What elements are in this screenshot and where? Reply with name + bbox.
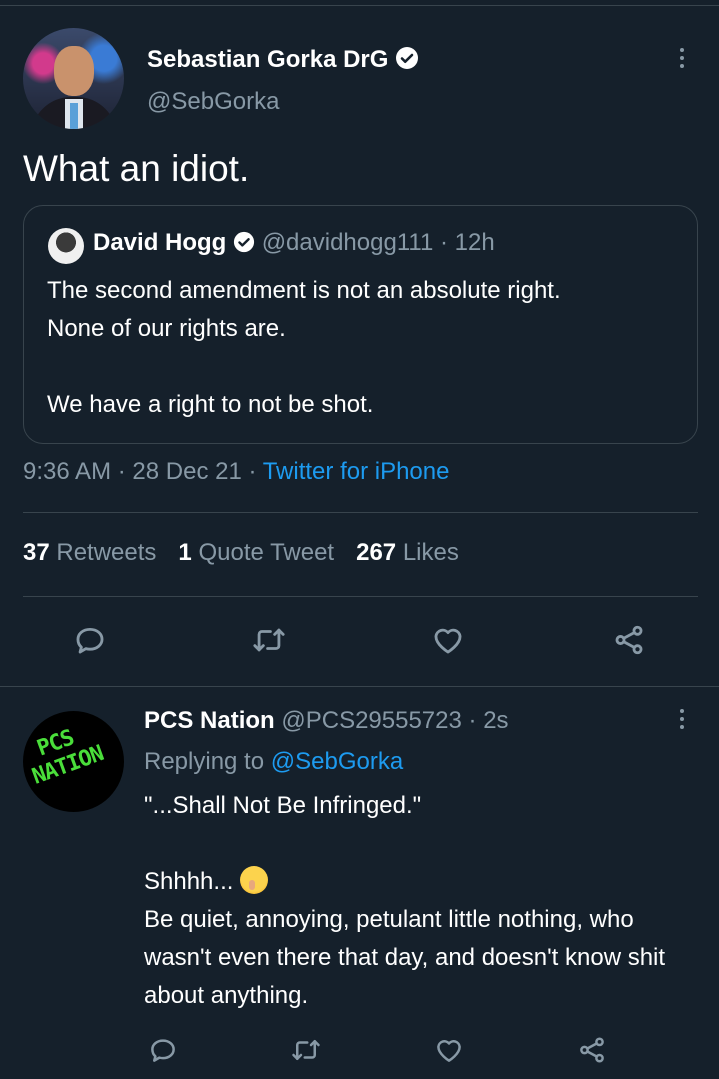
- reply-author-handle[interactable]: @PCS29555723: [281, 707, 462, 734]
- retweet-icon: [292, 1040, 320, 1060]
- tweet-source-link[interactable]: Twitter for iPhone: [263, 458, 450, 485]
- share-button[interactable]: [574, 1032, 610, 1068]
- separator-dot: ·: [439, 229, 448, 256]
- divider: [23, 512, 698, 513]
- reply-text-line: Shhhh...: [144, 868, 234, 895]
- tweet-timestamp: 9:36 AM · 28 Dec 21 · Twitter for iPhone: [23, 458, 449, 486]
- reply-icon: [151, 1039, 175, 1062]
- more-options-icon[interactable]: [678, 48, 686, 68]
- author-handle[interactable]: @SebGorka: [147, 88, 279, 116]
- retweet-button[interactable]: [249, 620, 289, 660]
- quotes-label: Quote Tweet: [198, 539, 335, 566]
- reply-button[interactable]: [145, 1032, 181, 1068]
- heart-icon: [437, 1040, 461, 1062]
- reply-text-line: Be quiet, annoying, petulant little noth…: [144, 906, 666, 1009]
- engagement-stats: 37 Retweets 1 Quote Tweet 267 Likes: [23, 539, 459, 567]
- avatar-face: [54, 46, 94, 96]
- retweet-button[interactable]: [288, 1032, 324, 1068]
- reply-button[interactable]: [70, 620, 110, 660]
- more-options-icon[interactable]: [678, 709, 686, 729]
- quotes-count: 1: [178, 539, 192, 566]
- tweet-date: 28 Dec 21: [132, 458, 242, 485]
- quoted-tweet-header: David Hogg @davidhogg111 · 12h: [93, 229, 495, 257]
- reply-time: 2s: [483, 707, 509, 734]
- like-button[interactable]: [428, 620, 468, 660]
- replying-prefix: Replying to: [144, 748, 265, 775]
- like-button[interactable]: [431, 1032, 467, 1068]
- quote-tweets-stat[interactable]: 1 Quote Tweet: [178, 539, 334, 566]
- reply-author-avatar[interactable]: PCS NATION: [23, 711, 124, 812]
- reply-text: "...Shall Not Be Infringed." Shhhh... Be…: [144, 787, 704, 1015]
- separator-dot: ·: [248, 458, 257, 485]
- verified-badge-icon: [233, 231, 255, 253]
- reply-author-name[interactable]: PCS Nation: [144, 707, 275, 734]
- quoted-tweet-text: The second amendment is not an absolute …: [47, 277, 561, 418]
- shushing-face-emoji-icon: [240, 866, 269, 894]
- replying-to-link[interactable]: @SebGorka: [271, 748, 403, 775]
- avatar-tie: [70, 103, 78, 129]
- top-divider: [0, 5, 719, 6]
- verified-badge-icon: [396, 47, 419, 69]
- separator-dot: ·: [117, 458, 126, 485]
- share-icon: [580, 1037, 604, 1063]
- tweet-text: What an idiot.: [23, 148, 250, 189]
- retweet-icon: [253, 628, 285, 652]
- heart-icon: [434, 628, 462, 654]
- share-icon: [615, 625, 643, 655]
- divider: [23, 596, 698, 597]
- reply-text-line: "...Shall Not Be Infringed.": [144, 792, 422, 819]
- quoted-tweet-time: 12h: [454, 229, 495, 256]
- retweets-count: 37: [23, 539, 50, 566]
- quoted-author-handle: @davidhogg111: [261, 229, 434, 256]
- likes-stat[interactable]: 267 Likes: [356, 539, 459, 566]
- reply-header: PCS Nation @PCS29555723 · 2s: [144, 707, 509, 735]
- likes-count: 267: [356, 539, 397, 566]
- divider: [0, 686, 719, 687]
- reply-icon: [76, 627, 104, 654]
- author-name[interactable]: Sebastian Gorka DrG: [147, 46, 388, 73]
- separator-dot: ·: [468, 707, 477, 734]
- author-name-row[interactable]: Sebastian Gorka DrG: [147, 46, 419, 74]
- retweets-label: Retweets: [56, 539, 157, 566]
- retweets-stat[interactable]: 37 Retweets: [23, 539, 156, 566]
- replying-to: Replying to @SebGorka: [144, 748, 403, 776]
- share-button[interactable]: [609, 620, 649, 660]
- author-avatar[interactable]: [23, 28, 124, 129]
- quoted-tweet-card[interactable]: David Hogg @davidhogg111 · 12h The secon…: [23, 205, 698, 444]
- quoted-author-name: David Hogg: [93, 229, 227, 256]
- quoted-author-avatar: [48, 228, 84, 264]
- likes-label: Likes: [402, 539, 459, 566]
- tweet-time: 9:36 AM: [23, 458, 112, 485]
